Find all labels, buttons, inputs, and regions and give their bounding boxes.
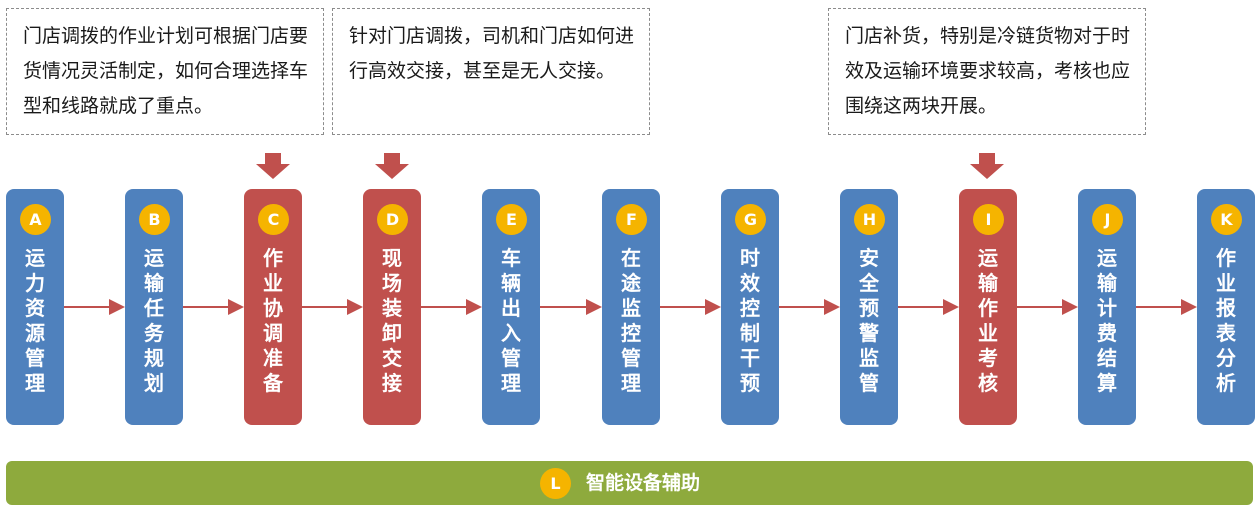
step-k: K 作业报表分析 xyxy=(1197,189,1255,425)
step-b: B 运输任务规划 xyxy=(125,189,183,425)
step-label: 时效控制干预 xyxy=(740,246,760,395)
step-i: I 运输作业考核 xyxy=(959,189,1017,425)
step-label: 运力资源管理 xyxy=(25,246,45,395)
step-label: 现场装卸交接 xyxy=(382,246,402,395)
step-badge: A xyxy=(20,204,51,235)
step-badge: H xyxy=(854,204,885,235)
step-badge: C xyxy=(258,204,289,235)
step-label: 运输作业考核 xyxy=(978,246,998,395)
step-badge: K xyxy=(1211,204,1242,235)
step-badge: L xyxy=(540,468,571,499)
step-g: G 时效控制干预 xyxy=(721,189,779,425)
bottom-support-bar: L 智能设备辅助 xyxy=(6,461,1253,505)
step-c: C 作业协调准备 xyxy=(244,189,302,425)
step-badge: J xyxy=(1092,204,1123,235)
step-badge: G xyxy=(735,204,766,235)
step-label: 运输计费结算 xyxy=(1097,246,1117,395)
step-j: J 运输计费结算 xyxy=(1078,189,1136,425)
step-label: 在途监控管理 xyxy=(621,246,641,395)
step-label: 作业协调准备 xyxy=(263,246,283,395)
step-h: H 安全预警监管 xyxy=(840,189,898,425)
step-label: 作业报表分析 xyxy=(1216,246,1236,395)
step-f: F 在途监控管理 xyxy=(602,189,660,425)
step-a: A 运力资源管理 xyxy=(6,189,64,425)
step-label: 安全预警监管 xyxy=(859,246,879,395)
step-d: D 现场装卸交接 xyxy=(363,189,421,425)
bottom-support-label: 智能设备辅助 xyxy=(586,472,701,494)
step-label: 运输任务规划 xyxy=(144,246,164,395)
step-label: 车辆出入管理 xyxy=(501,246,521,395)
step-badge: I xyxy=(973,204,1004,235)
step-badge: E xyxy=(496,204,527,235)
step-badge: F xyxy=(616,204,647,235)
step-badge: B xyxy=(139,204,170,235)
step-e: E 车辆出入管理 xyxy=(482,189,540,425)
step-badge: D xyxy=(377,204,408,235)
